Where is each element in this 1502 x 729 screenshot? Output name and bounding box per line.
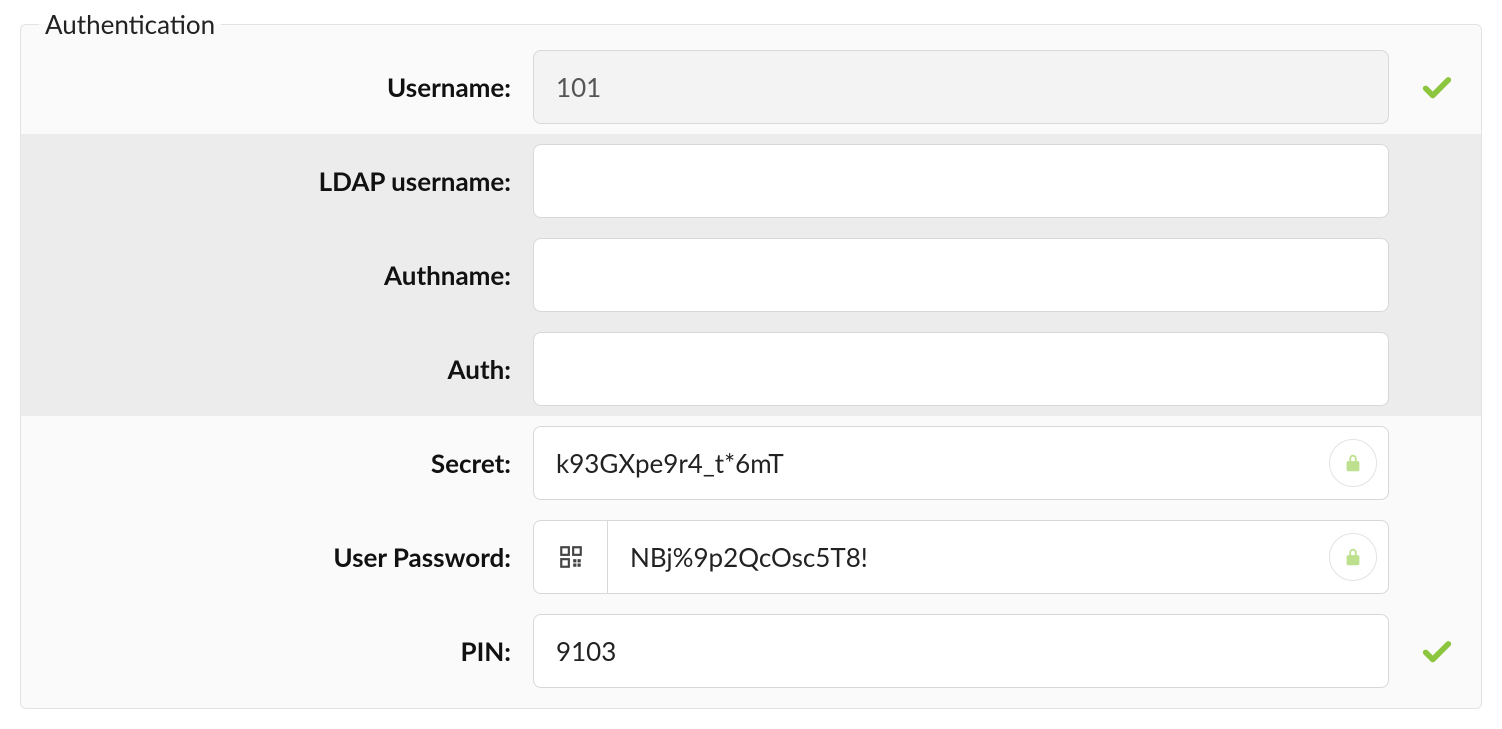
label-username: Username: (35, 71, 515, 103)
qr-code-icon (558, 544, 584, 570)
label-ldap-username: LDAP username: (35, 165, 515, 197)
control-username (533, 50, 1389, 124)
user-password-group (533, 520, 1389, 594)
auth-input[interactable] (533, 332, 1389, 406)
label-user-password: User Password: (35, 541, 515, 573)
lock-icon (1342, 546, 1364, 568)
check-icon (1420, 70, 1454, 104)
label-auth: Auth: (35, 353, 515, 385)
control-pin (533, 614, 1389, 688)
pin-input[interactable] (533, 614, 1389, 688)
status-pin (1407, 634, 1467, 668)
authname-input[interactable] (533, 238, 1389, 312)
control-authname (533, 238, 1389, 312)
control-user-password (533, 520, 1389, 594)
secret-input[interactable] (533, 426, 1389, 500)
control-secret (533, 426, 1389, 500)
row-user-password: User Password: (21, 510, 1481, 604)
fieldset-legend: Authentication (39, 8, 221, 40)
lock-icon (1342, 452, 1364, 474)
row-username: Username: (21, 40, 1481, 134)
secret-lock-button[interactable] (1329, 439, 1377, 487)
row-auth: Auth: (21, 322, 1481, 416)
authentication-fieldset: Authentication Username: LDAP username: (20, 8, 1482, 709)
label-secret: Secret: (35, 447, 515, 479)
label-authname: Authname: (35, 259, 515, 291)
ldap-username-input[interactable] (533, 144, 1389, 218)
control-auth (533, 332, 1389, 406)
row-secret: Secret: (21, 416, 1481, 510)
check-icon (1420, 634, 1454, 668)
label-pin: PIN: (35, 635, 515, 667)
username-input (533, 50, 1389, 124)
status-username (1407, 70, 1467, 104)
row-ldap-username: LDAP username: (21, 134, 1481, 228)
user-password-input[interactable] (607, 520, 1389, 594)
row-pin: PIN: (21, 604, 1481, 698)
control-ldap-username (533, 144, 1389, 218)
qr-code-button[interactable] (533, 520, 607, 594)
user-password-lock-button[interactable] (1329, 533, 1377, 581)
row-authname: Authname: (21, 228, 1481, 322)
